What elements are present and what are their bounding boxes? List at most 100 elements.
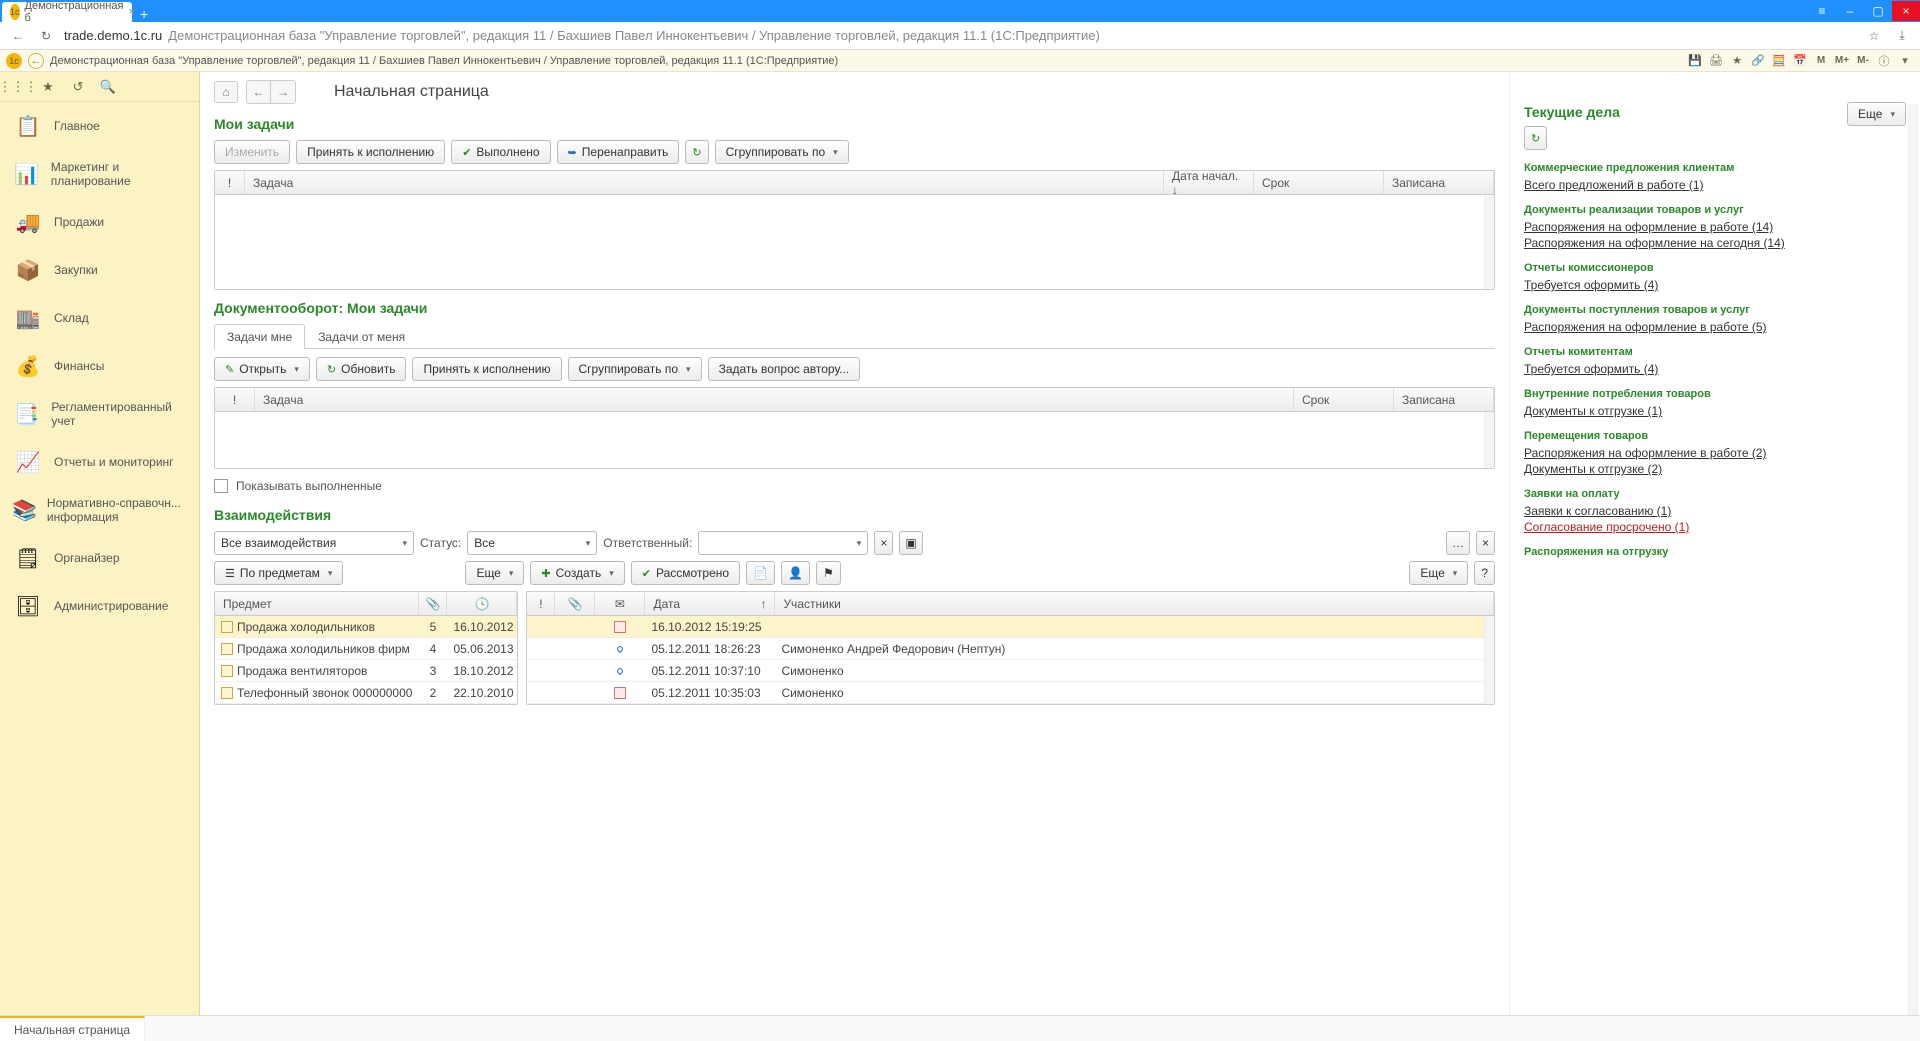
scrollbar[interactable] xyxy=(1484,412,1494,468)
pick-button[interactable]: ▣ xyxy=(899,531,922,555)
group-link[interactable]: Распоряжения на оформление в работе (5) xyxy=(1524,320,1906,334)
table-row[interactable]: 05.12.2011 18:26:23Симоненко Андрей Федо… xyxy=(527,638,1494,660)
bookmark-icon[interactable]: ☆ xyxy=(1864,26,1884,46)
close-x-button[interactable]: × xyxy=(1476,531,1495,555)
flag-icon-button[interactable]: ⚑ xyxy=(816,561,841,585)
sidebar-item[interactable]: 📈Отчеты и мониторинг xyxy=(0,438,199,486)
help-button[interactable]: ? xyxy=(1474,561,1495,585)
by-subjects-button[interactable]: ☰По предметам xyxy=(214,561,343,585)
table-row[interactable]: 16.10.2012 15:19:25 xyxy=(527,616,1494,638)
dropdown-icon[interactable]: ▾ xyxy=(1896,52,1914,70)
print-icon[interactable]: 🖨 xyxy=(1707,52,1725,70)
ask-author-button[interactable]: Задать вопрос автору... xyxy=(708,357,861,381)
table-row[interactable]: Телефонный звонок 000000000222.10.2010 xyxy=(215,682,517,704)
tab-tasks-from-me[interactable]: Задачи от меня xyxy=(305,324,418,349)
browser-tab[interactable]: 1c Демонстрационная б × xyxy=(2,2,132,22)
reload-icon[interactable]: ↻ xyxy=(36,26,56,46)
edit-button[interactable]: Изменить xyxy=(214,140,290,164)
sidebar-item[interactable]: 📦Закупки xyxy=(0,246,199,294)
calendar-icon[interactable]: 📅 xyxy=(1791,52,1809,70)
col-start-date[interactable]: Дата начал. ↓ xyxy=(1164,171,1254,194)
apps-icon[interactable]: ⋮⋮⋮ xyxy=(10,79,26,95)
col-important[interactable]: ! xyxy=(215,171,245,194)
history-icon[interactable]: ↺ xyxy=(70,79,86,95)
group-link[interactable]: Требуется оформить (4) xyxy=(1524,362,1906,376)
hamburger-icon[interactable]: ≡ xyxy=(1808,1,1836,21)
mplus-button[interactable]: M+ xyxy=(1833,52,1851,70)
col-task[interactable]: Задача xyxy=(255,388,1294,411)
open-button[interactable]: ✎Открыть xyxy=(214,357,310,381)
favorites-icon[interactable]: ★ xyxy=(40,79,56,95)
download-icon[interactable]: ⤓ xyxy=(1892,26,1912,46)
more-dots-button[interactable]: … xyxy=(1446,531,1470,555)
col-date[interactable]: Дата↑ xyxy=(645,592,775,615)
user-icon-button[interactable]: 👤 xyxy=(781,561,810,585)
doc-icon-button[interactable]: 📄 xyxy=(746,561,775,585)
m-button[interactable]: M xyxy=(1812,52,1830,70)
group-link[interactable]: Заявки к согласованию (1) xyxy=(1524,504,1906,518)
create-button[interactable]: ✚Создать xyxy=(530,561,624,585)
sidebar-item[interactable]: 💰Финансы xyxy=(0,342,199,390)
group-link[interactable]: Распоряжения на оформление на сегодня (1… xyxy=(1524,236,1906,250)
show-done-checkbox[interactable] xyxy=(214,479,228,493)
col-time[interactable]: 🕓 xyxy=(447,592,517,615)
group-link[interactable]: Документы к отгрузке (1) xyxy=(1524,404,1906,418)
col-due[interactable]: Срок xyxy=(1254,171,1384,194)
back-icon[interactable]: ← xyxy=(8,26,28,46)
mminus-button[interactable]: M- xyxy=(1854,52,1872,70)
col-party[interactable]: Участники xyxy=(775,592,1494,615)
col-type[interactable]: ✉ xyxy=(595,592,645,615)
col-recorded[interactable]: Записана xyxy=(1394,388,1494,411)
window-close-icon[interactable]: × xyxy=(1892,1,1920,21)
col-important[interactable]: ! xyxy=(215,388,255,411)
sidebar-item[interactable]: 🗒Органайзер xyxy=(0,534,199,582)
group-link[interactable]: Распоряжения на оформление в работе (2) xyxy=(1524,446,1906,460)
sidebar-item[interactable]: 📚Нормативно-справочн... информация xyxy=(0,486,199,534)
sidebar-item[interactable]: 🗄Администрирование xyxy=(0,582,199,630)
col-task[interactable]: Задача xyxy=(245,171,1164,194)
group-link[interactable]: Согласование просрочено (1) xyxy=(1524,520,1906,534)
group-by-button[interactable]: Сгруппировать по xyxy=(715,140,849,164)
nav-fwd-icon[interactable]: → xyxy=(271,81,295,103)
col-attach[interactable]: 📎 xyxy=(419,592,447,615)
save-icon[interactable]: 💾 xyxy=(1686,52,1704,70)
filter-all-select[interactable]: Все взаимодействия▾ xyxy=(214,531,414,555)
nav-back-icon[interactable]: ← xyxy=(247,81,271,103)
scrollbar[interactable] xyxy=(1908,104,1918,1015)
redirect-button[interactable]: ➥Перенаправить xyxy=(557,140,680,164)
more2-button[interactable]: Еще xyxy=(1409,561,1468,585)
table-row[interactable]: Продажа холодильников фирм405.06.2013 xyxy=(215,638,517,660)
tab-tasks-to-me[interactable]: Задачи мне xyxy=(214,324,305,349)
reviewed-button[interactable]: ✔Рассмотрено xyxy=(631,561,740,585)
table-row[interactable]: Продажа вентиляторов318.10.2012 xyxy=(215,660,517,682)
table-row[interactable]: 05.12.2011 10:37:10Симоненко xyxy=(527,660,1494,682)
clear-button[interactable]: × xyxy=(874,531,893,555)
star-icon[interactable]: ★ xyxy=(1728,52,1746,70)
back-circ-icon[interactable]: ← xyxy=(28,53,44,69)
search-icon[interactable]: 🔍 xyxy=(100,79,116,95)
status-select[interactable]: Все▾ xyxy=(467,531,597,555)
responsible-select[interactable]: ▾ xyxy=(698,531,868,555)
sidebar-item[interactable]: 🚚Продажи xyxy=(0,198,199,246)
link-icon[interactable]: 🔗 xyxy=(1749,52,1767,70)
table-row[interactable]: Продажа холодильников516.10.2012 xyxy=(215,616,517,638)
more-button[interactable]: Еще xyxy=(465,561,524,585)
sidebar-item[interactable]: 📊Маркетинг и планирование xyxy=(0,150,199,198)
home-icon[interactable]: ⌂ xyxy=(214,81,238,103)
accept-button[interactable]: Принять к исполнению xyxy=(412,357,561,381)
group-by-button[interactable]: Сгруппировать по xyxy=(568,357,702,381)
sidebar-item[interactable]: 📋Главное xyxy=(0,102,199,150)
taskbar-tab[interactable]: Начальная страница xyxy=(0,1016,145,1041)
scrollbar[interactable] xyxy=(1484,616,1494,704)
more-button[interactable]: Еще xyxy=(1847,102,1906,126)
sidebar-item[interactable]: 🏬Склад xyxy=(0,294,199,342)
calc-icon[interactable]: 🧮 xyxy=(1770,52,1788,70)
sidebar-item[interactable]: 📑Регламентированный учет xyxy=(0,390,199,438)
maximize-icon[interactable]: ▢ xyxy=(1864,1,1892,21)
refresh-button[interactable]: ↻Обновить xyxy=(316,357,407,381)
group-link[interactable]: Распоряжения на оформление в работе (14) xyxy=(1524,220,1906,234)
scrollbar[interactable] xyxy=(1484,195,1494,289)
col-imp[interactable]: ! xyxy=(527,592,555,615)
url-field[interactable]: trade.demo.1c.ru Демонстрационная база "… xyxy=(64,28,1856,43)
done-button[interactable]: ✔Выполнено xyxy=(451,140,550,164)
